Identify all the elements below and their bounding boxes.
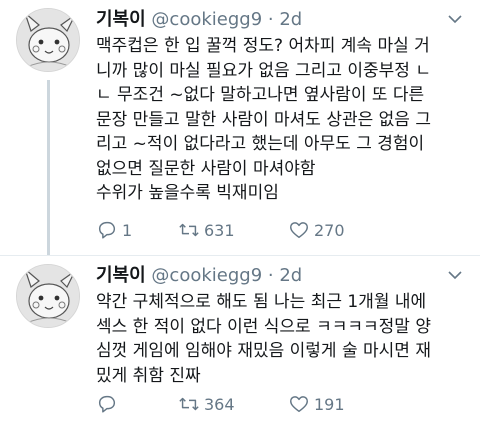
tweet-line: 맥주컵은 한 입 꿀꺽 정도? 어차피 계속 마실 거 xyxy=(96,36,430,56)
chevron-down-icon[interactable] xyxy=(446,12,464,26)
tweet-actions: 1 631 270 xyxy=(96,218,396,242)
timestamp[interactable]: 2d xyxy=(279,9,302,30)
tweet-line: 심껏 게임에 임해야 재밌음 이렇게 술 마시면 재 xyxy=(96,341,431,361)
user-handle[interactable]: @cookiegg9 xyxy=(151,265,262,286)
timestamp[interactable]: 2d xyxy=(279,265,302,286)
thread-connector xyxy=(47,80,50,256)
like-button[interactable]: 270 xyxy=(288,218,345,242)
avatar[interactable] xyxy=(16,264,80,328)
pikachu-avatar-icon xyxy=(17,9,79,71)
avatar[interactable] xyxy=(16,8,80,72)
tweet-text: 약간 구체적으로 해도 됨 나는 최근 1개월 내에 섹스 한 적이 없다 이런… xyxy=(96,290,466,388)
tweet-2[interactable]: 기복이 @cookiegg9 · 2d 약간 구체적으로 해도 됨 나는 최근 … xyxy=(0,256,480,424)
tweet-line: 니까 많이 마실 필요가 없음 그리고 이중부정 ㄴ xyxy=(96,60,431,81)
tweet-line: 섹스 한 적이 없다 이런 식으로 ㅋㅋㅋㅋ정말 양 xyxy=(96,316,431,337)
retweet-button[interactable]: 631 xyxy=(178,218,235,242)
tweet-text: 맥주컵은 한 입 꿀꺽 정도? 어차피 계속 마실 거 니까 많이 마실 필요가… xyxy=(96,34,466,206)
tweet-line: 리고 ~적이 없다라고 했는데 아무도 그 경험이 xyxy=(96,134,425,154)
reply-icon xyxy=(98,395,116,413)
tweet-actions: 364 191 xyxy=(96,392,396,416)
retweet-button[interactable]: 364 xyxy=(178,392,235,416)
heart-icon xyxy=(290,222,308,239)
tweet-line: 없으면 질문한 사람이 마셔야함 xyxy=(96,158,316,179)
like-count: 270 xyxy=(314,220,345,240)
reply-button[interactable] xyxy=(96,392,122,416)
tweet-line: ㄴ 무조건 ~없다 말하고나면 옆사람이 또 다른 xyxy=(96,85,425,105)
display-name[interactable]: 기복이 xyxy=(96,265,146,286)
user-handle[interactable]: @cookiegg9 xyxy=(151,9,262,30)
retweet-icon xyxy=(179,397,199,411)
reply-count: 1 xyxy=(122,220,133,240)
retweet-count: 364 xyxy=(204,394,235,414)
separator-dot: · xyxy=(267,265,274,286)
tweet-line: 수위가 높을수록 빅재미임 xyxy=(96,183,279,203)
reply-button[interactable]: 1 xyxy=(96,218,132,242)
tweet-line: 문장 만들고 말한 사람이 마셔도 상관은 없음 그 xyxy=(96,109,431,130)
like-count: 191 xyxy=(314,394,345,414)
retweet-count: 631 xyxy=(204,220,235,240)
chevron-down-icon[interactable] xyxy=(446,268,464,282)
tweet-line: 약간 구체적으로 해도 됨 나는 최근 1개월 내에 xyxy=(96,292,427,312)
heart-icon xyxy=(290,396,308,413)
like-button[interactable]: 191 xyxy=(288,392,345,416)
retweet-icon xyxy=(179,223,199,237)
reply-icon xyxy=(98,221,116,239)
tweet-1[interactable]: 기복이 @cookiegg9 · 2d 맥주컵은 한 입 꿀꺽 정도? 어차피 … xyxy=(0,0,480,256)
display-name[interactable]: 기복이 xyxy=(96,9,146,30)
pikachu-avatar-icon xyxy=(17,265,79,327)
tweet-header: 기복이 @cookiegg9 · 2d xyxy=(96,264,302,288)
tweet-line: 밌게 취함 진짜 xyxy=(96,365,201,386)
tweet-header: 기복이 @cookiegg9 · 2d xyxy=(96,8,302,32)
separator-dot: · xyxy=(267,9,274,30)
